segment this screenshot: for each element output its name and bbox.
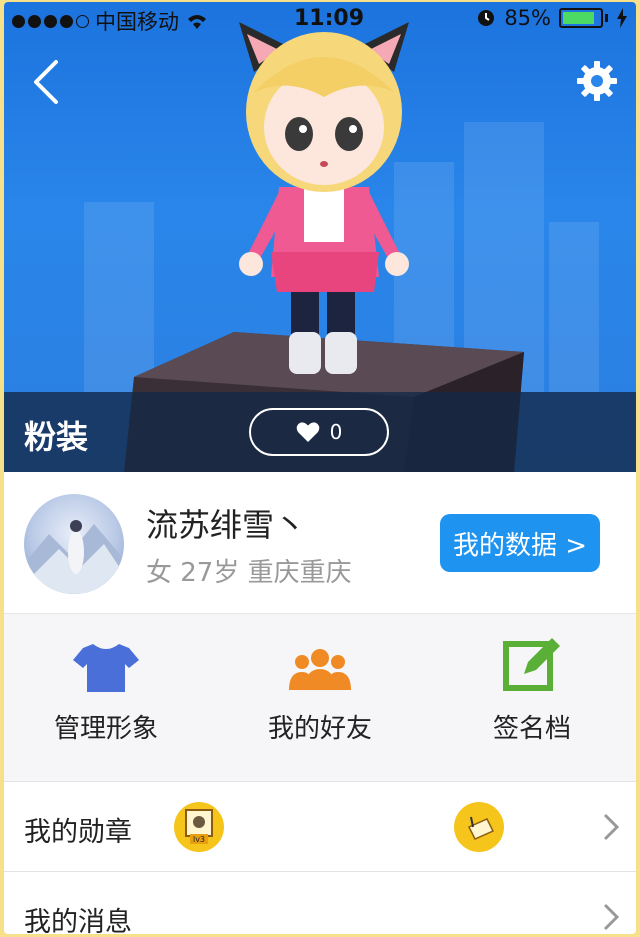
manage-appearance-label: 管理形象 xyxy=(53,714,158,744)
tshirt-icon xyxy=(73,644,139,692)
user-info: 女 27岁 重庆重庆 xyxy=(146,558,352,588)
manage-appearance-button[interactable]: 管理形象 xyxy=(6,636,206,766)
my-friends-label: 我的好友 xyxy=(267,714,372,744)
avatar-character[interactable] xyxy=(209,2,439,402)
wifi-icon xyxy=(188,15,206,29)
messages-label: 我的消息 xyxy=(24,907,132,934)
chevron-right-icon xyxy=(603,813,620,841)
avatar-image xyxy=(24,520,124,594)
signal-strength-icon xyxy=(12,14,89,28)
alarm-icon xyxy=(478,10,495,26)
my-friends-button[interactable]: 我的好友 xyxy=(220,636,420,766)
outfit-title: 粉装 xyxy=(24,418,89,456)
charging-icon xyxy=(617,8,627,28)
medal-level-text: lv3 xyxy=(193,835,205,844)
avatar[interactable] xyxy=(24,494,124,594)
medals-label: 我的勋章 xyxy=(24,817,132,848)
back-chevron-icon[interactable] xyxy=(26,58,70,106)
gear-icon[interactable] xyxy=(576,60,618,102)
outfit-bar: 粉装 0 xyxy=(4,392,636,472)
carrier-name: 中国移动 xyxy=(95,10,179,34)
scroll-badge-icon xyxy=(454,802,504,852)
list-item-messages[interactable]: 我的消息 xyxy=(4,872,636,934)
username: 流苏绯雪丶 xyxy=(146,506,307,544)
battery-tip xyxy=(605,14,608,22)
profile-card: 流苏绯雪丶 女 27岁 重庆重庆 我的数据 > xyxy=(4,472,636,614)
heart-icon xyxy=(296,422,319,442)
app-screen: 中国移动 11:09 85% 粉装 0 流苏绯雪丶 女 27岁 重庆重庆 我的数… xyxy=(4,2,636,934)
edit-icon xyxy=(503,638,560,691)
chevron-right-icon xyxy=(603,903,620,931)
friends-icon xyxy=(289,649,351,690)
signature-label: 签名档 xyxy=(492,714,571,744)
avatar-showcase: 中国移动 11:09 85% 粉装 0 xyxy=(4,2,636,472)
quick-actions: 管理形象 我的好友 签名档 xyxy=(4,614,636,782)
medal-badge-icon: lv3 xyxy=(174,802,224,852)
battery-percent: 85% xyxy=(504,6,551,30)
signature-button[interactable]: 签名档 xyxy=(432,636,632,766)
list-item-medals[interactable]: 我的勋章 lv3 xyxy=(4,782,636,872)
like-count: 0 xyxy=(329,420,343,444)
like-button[interactable]: 0 xyxy=(249,408,389,456)
my-data-button[interactable]: 我的数据 > xyxy=(440,514,600,572)
battery-icon xyxy=(559,8,603,28)
